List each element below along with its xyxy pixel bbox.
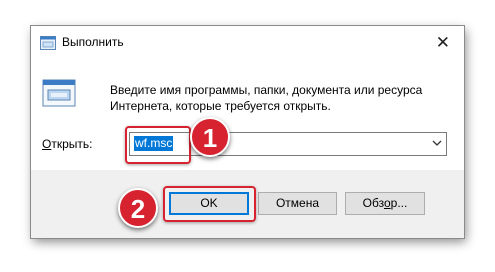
- browse-label-accesskey: о: [383, 196, 391, 210]
- run-dialog: Выполнить ✕ Введите имя программы, папки…: [31, 26, 464, 238]
- step-2-badge: 2: [118, 188, 158, 228]
- run-app-icon: [42, 79, 76, 114]
- close-icon[interactable]: ✕: [436, 34, 450, 51]
- browse-label-post: р...: [390, 196, 408, 210]
- browse-label-pre: Обз: [362, 196, 384, 210]
- window-title: Выполнить: [62, 35, 124, 49]
- description-text: Введите имя программы, папки, документа …: [110, 82, 455, 114]
- step-1-badge: 1: [190, 117, 230, 157]
- cancel-button[interactable]: Отмена: [258, 192, 337, 215]
- chevron-down-icon[interactable]: [431, 136, 443, 155]
- browse-button[interactable]: Обзор...: [345, 192, 425, 215]
- open-label-rest: ткрыть:: [51, 137, 93, 151]
- open-label-accesskey: О: [42, 137, 52, 151]
- input-highlight-frame: [125, 126, 191, 164]
- title-bar: Выполнить ✕: [31, 26, 464, 59]
- dialog-body: Введите имя программы, папки, документа …: [31, 59, 464, 170]
- ok-highlight-frame: [163, 186, 256, 222]
- description-line-1: Введите имя программы, папки, документа …: [110, 83, 423, 97]
- run-title-icon: [40, 36, 56, 55]
- button-bar: OK Отмена Обзор...: [31, 170, 464, 238]
- description-line-2: Интернета, которые требуется открыть.: [110, 99, 331, 113]
- open-label: Открыть:: [42, 137, 92, 151]
